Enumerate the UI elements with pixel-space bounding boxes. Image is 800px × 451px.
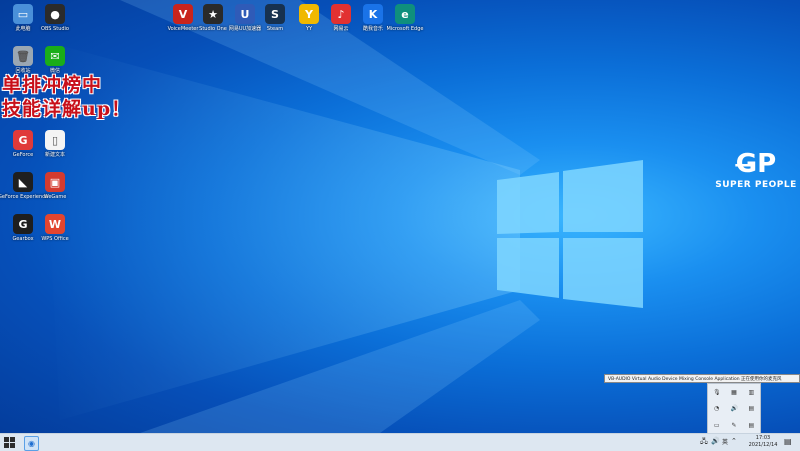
desktop-icon[interactable]: ♪ 网易云 [324, 4, 358, 32]
computer-icon: ▭ [13, 4, 33, 24]
wps-icon: W [45, 214, 65, 234]
edge-icon: e [395, 4, 415, 24]
desktop-icon-label: WeGame [43, 194, 67, 200]
network-icon[interactable]: 🖧 [700, 437, 708, 448]
desktop-icon-label: Gearbox [12, 236, 34, 242]
desktop-icon[interactable]: U 网易UU加速器 [228, 4, 262, 32]
desktop-icon-label: 此电脑 [15, 26, 31, 32]
app-icon[interactable]: ▥ [748, 389, 755, 396]
wallpaper-beams [40, 0, 540, 433]
edge-tray-icon[interactable]: ◔ [713, 405, 720, 412]
start-button[interactable] [4, 437, 15, 448]
microphone-icon[interactable]: 🎙 [713, 389, 721, 396]
desktop-icon[interactable]: ▣ WeGame [38, 172, 72, 200]
overlay-text-line2: 技能详解up！ [2, 98, 132, 120]
game-icon: ▣ [45, 172, 65, 192]
wechat-icon: ✉ [45, 46, 65, 66]
gear-app-icon: G [13, 214, 33, 234]
desktop-icon[interactable]: V VoiceMeeter [166, 4, 200, 32]
desktop-icon[interactable]: ▭ 此电脑 [6, 4, 40, 32]
battery-icon[interactable]: ▤ [748, 422, 755, 429]
steam-icon: S [265, 4, 285, 24]
kuwo-icon: K [363, 4, 383, 24]
mixer-icon[interactable]: ▦ [730, 389, 737, 396]
super-people-name: SUPER PEOPLE [715, 180, 797, 190]
desktop-icon-label: OBS Studio [41, 26, 69, 32]
clock-time: 17:03 [755, 435, 771, 441]
recycle-bin-icon: 🗑 [13, 46, 33, 66]
uu-icon: U [235, 4, 255, 24]
display-icon[interactable]: ▤ [748, 405, 755, 412]
desktop-icon-label: WPS Office [41, 236, 69, 242]
pen-icon[interactable]: ✎ [730, 422, 737, 429]
desktop-icon[interactable]: ● OBS Studio [38, 4, 72, 32]
desktop-icon[interactable]: ◣ GeForce Experience [0, 172, 48, 200]
desktop-icon[interactable]: ★ Studio One [196, 4, 230, 32]
desktop-icon[interactable]: W WPS Office [38, 214, 72, 242]
geforce-icon: G [13, 130, 33, 150]
clock[interactable]: 17:03 2021/12/14 [740, 435, 786, 449]
windows-logo [497, 160, 643, 308]
desktop-icon-label: YY [305, 26, 313, 32]
desktop-icon-label: 网易UU加速器 [228, 26, 262, 32]
studio-icon: ★ [203, 4, 223, 24]
super-people-mark: G̶P [735, 149, 777, 179]
desktop-icon-label: VoiceMeeter [167, 26, 199, 32]
overlay-text-line1: 单排冲榜中 [2, 74, 103, 96]
text-file-icon: ▯ [45, 130, 65, 150]
desktop-icon-label: 新建文本 [44, 152, 65, 158]
desktop-icon-label: GeForce [12, 152, 34, 158]
desktop-icon-label: Studio One [199, 26, 227, 32]
show-hidden-icons-icon[interactable]: ⌃ [731, 437, 737, 445]
super-people-logo: G̶P SUPER PEOPLE [708, 150, 800, 190]
desktop-icon-label: Microsoft Edge [386, 26, 424, 32]
music-icon: ♪ [331, 4, 351, 24]
monitor-icon[interactable]: ▭ [713, 422, 720, 429]
taskbar: ◉ ⌃ 🖧 🔊 英 17:03 2021/12/14 ▤ [0, 433, 800, 451]
desktop-icon[interactable]: ▯ 新建文本 [38, 130, 72, 158]
clock-date: 2021/12/14 [748, 442, 778, 448]
speaker-icon[interactable]: 🔊 [730, 405, 737, 412]
voice-icon: V [173, 4, 193, 24]
desktop-icon-label: 网易云 [333, 26, 349, 32]
desktop-icon[interactable]: Y YY [292, 4, 326, 32]
desktop-icon[interactable]: G Gearbox [6, 214, 40, 242]
input-method-icon[interactable]: 英 [722, 437, 728, 446]
desktop-icon-label: Steam [266, 26, 284, 32]
notification-icon[interactable]: ▤ [784, 437, 792, 446]
desktop-icon-label: 酷我音乐 [362, 26, 383, 32]
taskbar-app-icon[interactable]: ◉ [24, 436, 39, 451]
desktop-icon[interactable]: e Microsoft Edge [386, 4, 424, 32]
obs-icon: ● [45, 4, 65, 24]
nvidia-icon: ◣ [13, 172, 33, 192]
desktop-icon[interactable]: S Steam [258, 4, 292, 32]
volume-icon[interactable]: 🔊 [711, 437, 720, 445]
desktop-icon[interactable]: K 酷我音乐 [356, 4, 390, 32]
desktop-icon[interactable]: G GeForce [6, 130, 40, 158]
tray-overflow-popup: 🎙 ▦ ▥ ◔ 🔊 ▤ ▭ ✎ ▤ [707, 383, 761, 435]
yy-icon: Y [299, 4, 319, 24]
microphone-tooltip: VB-AUDIO Virtual Audio Device Mixing Con… [604, 374, 800, 383]
